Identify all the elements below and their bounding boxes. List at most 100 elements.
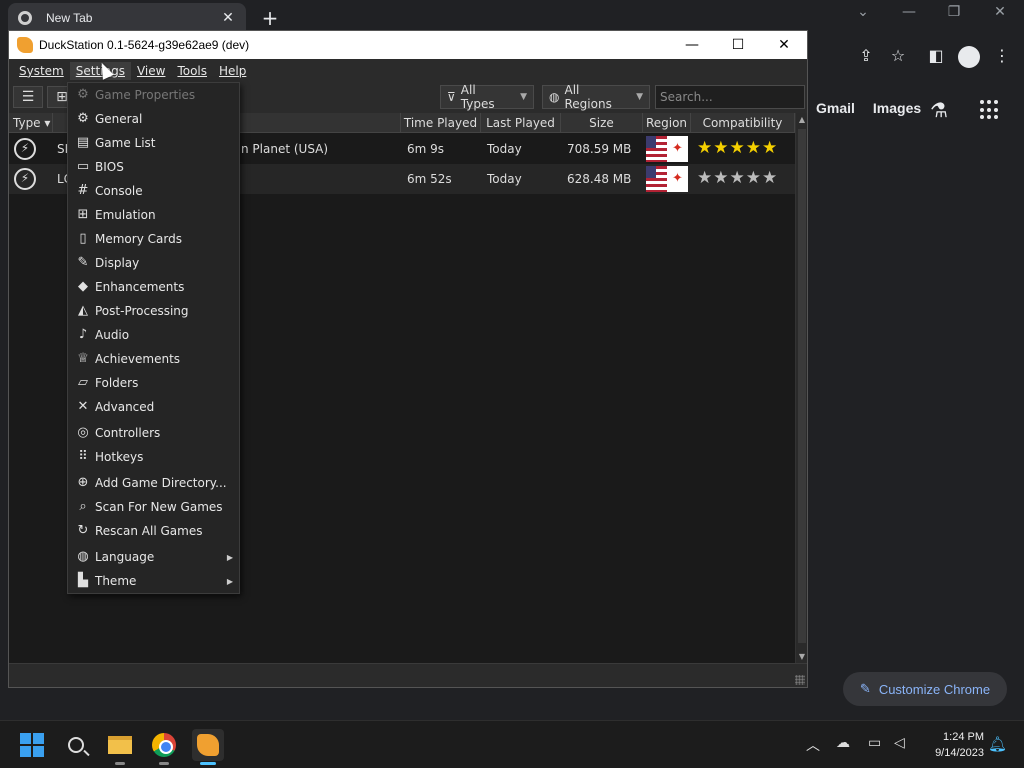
chrome-favicon-icon bbox=[18, 11, 32, 25]
google-apps-icon[interactable] bbox=[980, 100, 1000, 120]
filter-icon: ⊽ bbox=[447, 90, 456, 104]
chrome-tabbar: New Tab ✕ + ⌄ — ❐ ✕ bbox=[0, 0, 1024, 33]
scroll-down-icon[interactable]: ▼ bbox=[796, 652, 808, 661]
file-explorer-button[interactable] bbox=[104, 729, 136, 765]
menu-system[interactable]: System bbox=[13, 62, 70, 80]
vertical-scrollbar[interactable]: ▲ ▼ bbox=[795, 113, 807, 663]
star-icon: ★ bbox=[713, 138, 729, 158]
menu-item-label: Scan For New Games bbox=[95, 500, 223, 514]
menu-item-game-list[interactable]: ▤ Game List bbox=[68, 131, 239, 155]
column-last-played[interactable]: Last Played bbox=[481, 113, 561, 132]
settings-icon: ⚙ bbox=[77, 111, 89, 126]
resize-grip-icon[interactable] bbox=[795, 675, 805, 685]
column-compatibility[interactable]: Compatibility bbox=[691, 113, 795, 132]
menu-item-theme[interactable]: ▙ Theme ▶ bbox=[68, 569, 239, 593]
system-clock[interactable]: 1:24 PM 9/14/2023 bbox=[920, 729, 984, 761]
search-icon bbox=[68, 737, 84, 753]
properties-icon: ⚙ bbox=[77, 87, 89, 102]
scrollbar-thumb[interactable] bbox=[798, 129, 806, 643]
menu-item-enhancements[interactable]: ◆ Enhancements bbox=[68, 275, 239, 299]
menu-item-audio[interactable]: ♪ Audio bbox=[68, 323, 239, 347]
new-tab-icon[interactable]: + bbox=[260, 6, 280, 30]
profile-avatar-icon[interactable] bbox=[958, 46, 980, 68]
bookmark-star-icon[interactable]: ☆ bbox=[888, 46, 908, 65]
maximize-icon[interactable]: ☐ bbox=[715, 37, 761, 53]
menu-item-controllers[interactable]: ◎ Controllers bbox=[68, 421, 239, 445]
status-bar bbox=[9, 663, 807, 687]
type-filter-select[interactable]: ⊽ All Types ▼ bbox=[440, 83, 534, 111]
close-icon[interactable]: ✕ bbox=[761, 37, 807, 53]
menu-item-add-game-directory[interactable]: ⊕ Add Game Directory... bbox=[68, 471, 239, 495]
start-button[interactable] bbox=[16, 729, 48, 761]
menu-item-bios[interactable]: ▭ BIOS bbox=[68, 155, 239, 179]
menu-item-game-properties[interactable]: ⚙ Game Properties bbox=[68, 83, 239, 107]
menu-item-console[interactable]: # Console bbox=[68, 179, 239, 203]
enhancements-icon: ◆ bbox=[78, 279, 88, 294]
menu-help[interactable]: Help bbox=[213, 62, 252, 80]
network-icon[interactable]: ▭ bbox=[868, 735, 881, 751]
close-tab-icon[interactable]: ✕ bbox=[220, 10, 236, 26]
clock-time: 1:24 PM bbox=[943, 731, 984, 743]
close-window-icon[interactable]: ✕ bbox=[990, 4, 1010, 20]
menu-item-language[interactable]: ◍ Language ▶ bbox=[68, 545, 239, 569]
column-size[interactable]: Size bbox=[561, 113, 643, 132]
clock-date: 9/14/2023 bbox=[935, 747, 984, 759]
gmail-link[interactable]: Gmail bbox=[816, 100, 855, 116]
menu-item-label: Game Properties bbox=[95, 88, 196, 102]
memory-card-icon: ▯ bbox=[79, 231, 87, 246]
duckstation-logo-icon bbox=[17, 37, 33, 53]
menu-item-scan-for-new-games[interactable]: ⌕ Scan For New Games bbox=[68, 495, 239, 519]
minimize-icon[interactable]: — bbox=[669, 37, 715, 53]
tab-search-icon[interactable]: ⌄ bbox=[853, 4, 873, 20]
duckstation-titlebar[interactable]: DuckStation 0.1-5624-g39e62ae9 (dev) — ☐… bbox=[9, 31, 807, 59]
time-played: 6m 9s bbox=[407, 142, 445, 156]
onedrive-icon[interactable]: ☁ bbox=[836, 735, 850, 751]
chevron-up-icon[interactable]: ︿ bbox=[806, 735, 820, 755]
menu-item-hotkeys[interactable]: ⠿ Hotkeys bbox=[68, 445, 239, 469]
scroll-up-icon[interactable]: ▲ bbox=[796, 115, 808, 124]
menu-view[interactable]: View bbox=[131, 62, 171, 80]
chrome-tab[interactable]: New Tab ✕ bbox=[8, 3, 246, 33]
menu-item-general[interactable]: ⚙ General bbox=[68, 107, 239, 131]
customize-chrome-button[interactable]: ✎ Customize Chrome bbox=[843, 672, 1007, 706]
chrome-taskbar-button[interactable] bbox=[148, 729, 180, 765]
folder-icon: ▱ bbox=[78, 375, 88, 390]
menu-item-advanced[interactable]: ✕ Advanced bbox=[68, 395, 239, 419]
labs-flask-icon[interactable]: ⚗ bbox=[930, 98, 948, 122]
region-filter-select[interactable]: ◍ All Regions ▼ bbox=[542, 83, 650, 111]
restore-icon[interactable]: ❐ bbox=[944, 4, 964, 20]
column-type[interactable]: Type ▾ bbox=[9, 113, 53, 132]
menu-item-folders[interactable]: ▱ Folders bbox=[68, 371, 239, 395]
column-time-played[interactable]: Time Played bbox=[401, 113, 481, 132]
notification-bell-icon[interactable]: 🔔︎ bbox=[988, 735, 1007, 753]
column-region[interactable]: Region bbox=[643, 113, 691, 132]
more-menu-icon[interactable]: ⋮ bbox=[992, 46, 1012, 65]
share-icon[interactable]: ⇪ bbox=[856, 46, 876, 65]
star-icon: ★ bbox=[762, 138, 778, 158]
list-view-icon[interactable]: ☰ bbox=[13, 86, 43, 108]
volume-icon[interactable]: ◁ bbox=[894, 735, 905, 751]
menu-tools[interactable]: Tools bbox=[171, 62, 213, 80]
minimize-icon[interactable]: — bbox=[899, 4, 919, 20]
menu-item-display[interactable]: ✎ Display bbox=[68, 251, 239, 275]
add-folder-icon: ⊕ bbox=[77, 475, 89, 490]
menu-item-label: Hotkeys bbox=[95, 450, 144, 464]
duckstation-taskbar-button[interactable] bbox=[192, 729, 224, 765]
duckstation-icon bbox=[197, 734, 219, 756]
images-link[interactable]: Images bbox=[873, 100, 921, 116]
search-input[interactable]: Search... bbox=[655, 85, 805, 109]
menu-item-post-processing[interactable]: ◭ Post-Processing bbox=[68, 299, 239, 323]
side-panel-icon[interactable]: ◧ bbox=[926, 46, 946, 65]
chrome-tab-title: New Tab bbox=[46, 11, 93, 25]
menu-item-achievements[interactable]: ♕ Achievements bbox=[68, 347, 239, 371]
menu-item-emulation[interactable]: ⊞ Emulation bbox=[68, 203, 239, 227]
google-links: Gmail Images bbox=[816, 100, 921, 116]
search-button[interactable] bbox=[60, 729, 92, 761]
menu-item-rescan-all-games[interactable]: ↻ Rescan All Games bbox=[68, 519, 239, 543]
menu-item-label: Memory Cards bbox=[95, 232, 182, 246]
star-icon: ★ bbox=[697, 168, 713, 188]
menu-item-label: General bbox=[95, 112, 143, 126]
pencil-icon: ✎ bbox=[859, 681, 871, 696]
menu-item-memory-cards[interactable]: ▯ Memory Cards bbox=[68, 227, 239, 251]
display-icon: ✎ bbox=[77, 255, 89, 270]
